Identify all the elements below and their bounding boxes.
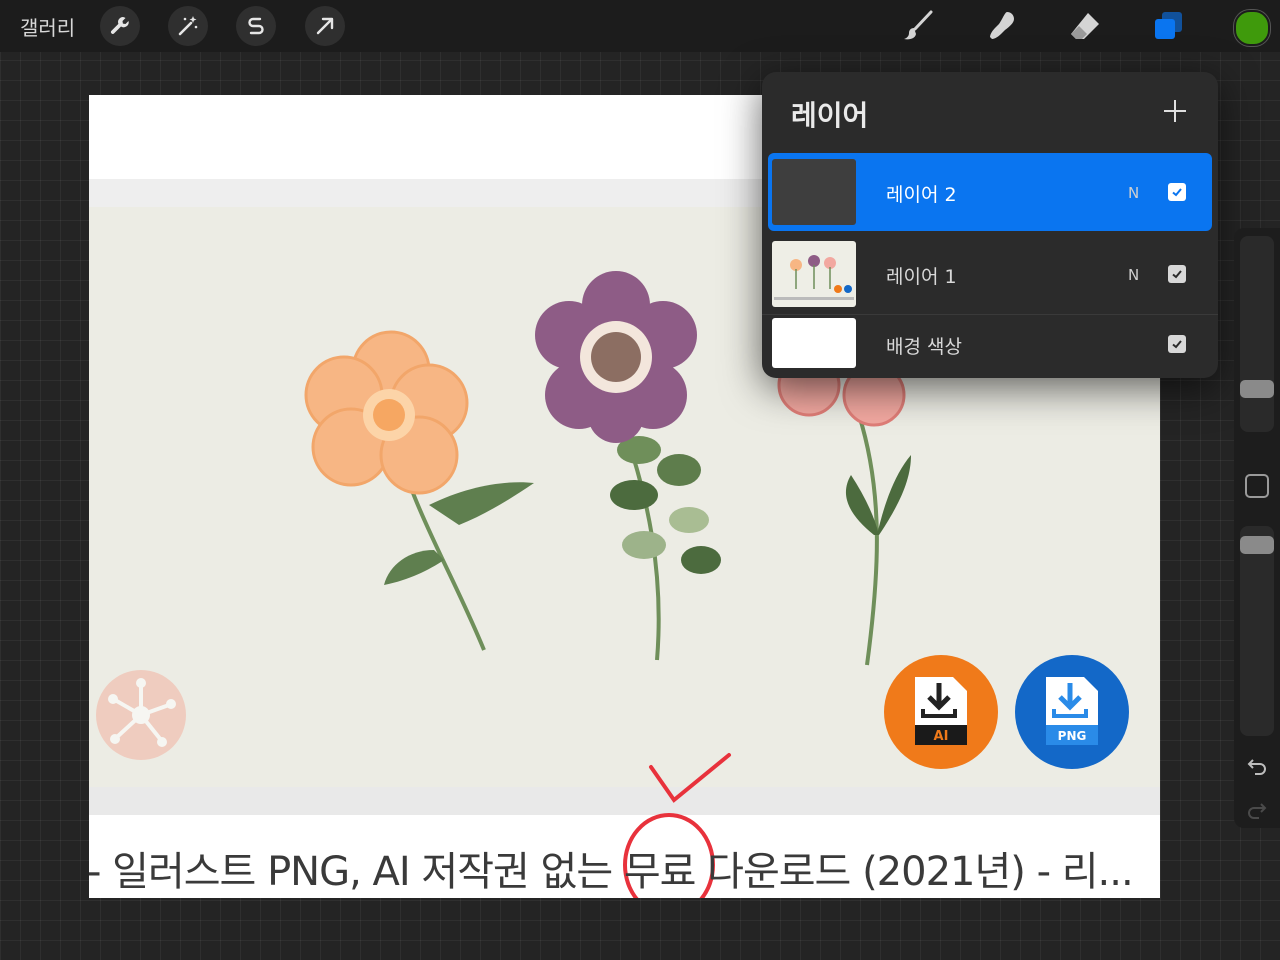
brush-size-slider[interactable] [1240, 236, 1274, 432]
layer-thumbnail [772, 241, 856, 307]
visibility-checkbox[interactable] [1168, 335, 1186, 353]
modify-button[interactable] [1245, 474, 1269, 498]
plus-icon[interactable] [1160, 96, 1190, 126]
transform-arrow-icon[interactable] [305, 6, 345, 46]
layers-panel-title: 레이어 [791, 99, 869, 132]
check-icon [1172, 188, 1182, 197]
layer-row-layer-1[interactable]: 레이어 1 N [768, 235, 1212, 313]
top-toolbar: 갤러리 [0, 0, 1280, 52]
redo-icon[interactable] [1245, 798, 1269, 826]
layer-name: 레이어 1 [886, 266, 957, 288]
layer-name: 배경 색상 [886, 336, 962, 358]
layer-row-layer-2[interactable]: 레이어 2 N [768, 153, 1212, 231]
layer-thumbnail [772, 159, 856, 225]
color-picker-button[interactable] [1234, 10, 1270, 46]
brush-icon[interactable] [898, 6, 938, 46]
magic-wand-icon[interactable] [168, 6, 208, 46]
purple-flower [535, 271, 721, 661]
png-download-badge: PNG [1015, 655, 1129, 769]
png-badge-label: PNG [1058, 729, 1087, 743]
check-icon [1172, 340, 1182, 349]
layer-name: 레이어 2 [886, 184, 957, 206]
blend-mode-button[interactable]: N [1128, 266, 1139, 284]
undo-icon[interactable] [1245, 754, 1269, 782]
visibility-checkbox[interactable] [1168, 265, 1186, 283]
canvas-caption-text: - 일러스트 PNG, AI 저작권 없는 무료 다운로드 (2021년) - … [89, 849, 1134, 895]
ai-badge-label: AI [934, 729, 949, 744]
smudge-icon[interactable] [982, 6, 1022, 46]
selection-icon[interactable] [236, 6, 276, 46]
brush-size-handle[interactable] [1240, 380, 1274, 398]
ai-download-badge: AI [884, 655, 998, 769]
layers-icon[interactable] [1148, 6, 1188, 46]
opacity-handle[interactable] [1240, 536, 1274, 554]
right-sidebar [1234, 228, 1280, 828]
background-color-swatch [772, 318, 856, 368]
opacity-slider[interactable] [1240, 526, 1274, 736]
gallery-button[interactable]: 갤러리 [20, 12, 75, 41]
layer-row-background-color[interactable]: 배경 색상 [768, 306, 1212, 378]
red-checkmark [649, 753, 731, 803]
faded-logo [96, 670, 186, 760]
check-icon [1172, 270, 1182, 279]
eraser-icon[interactable] [1065, 6, 1105, 46]
layers-panel: 레이어 레이어 2 N 레이어 1 N 배경 색상 [762, 72, 1218, 378]
blend-mode-button[interactable]: N [1128, 184, 1139, 202]
orange-flower [304, 330, 534, 651]
wrench-icon[interactable] [100, 6, 140, 46]
visibility-checkbox[interactable] [1168, 183, 1186, 201]
pink-flower [777, 353, 911, 666]
